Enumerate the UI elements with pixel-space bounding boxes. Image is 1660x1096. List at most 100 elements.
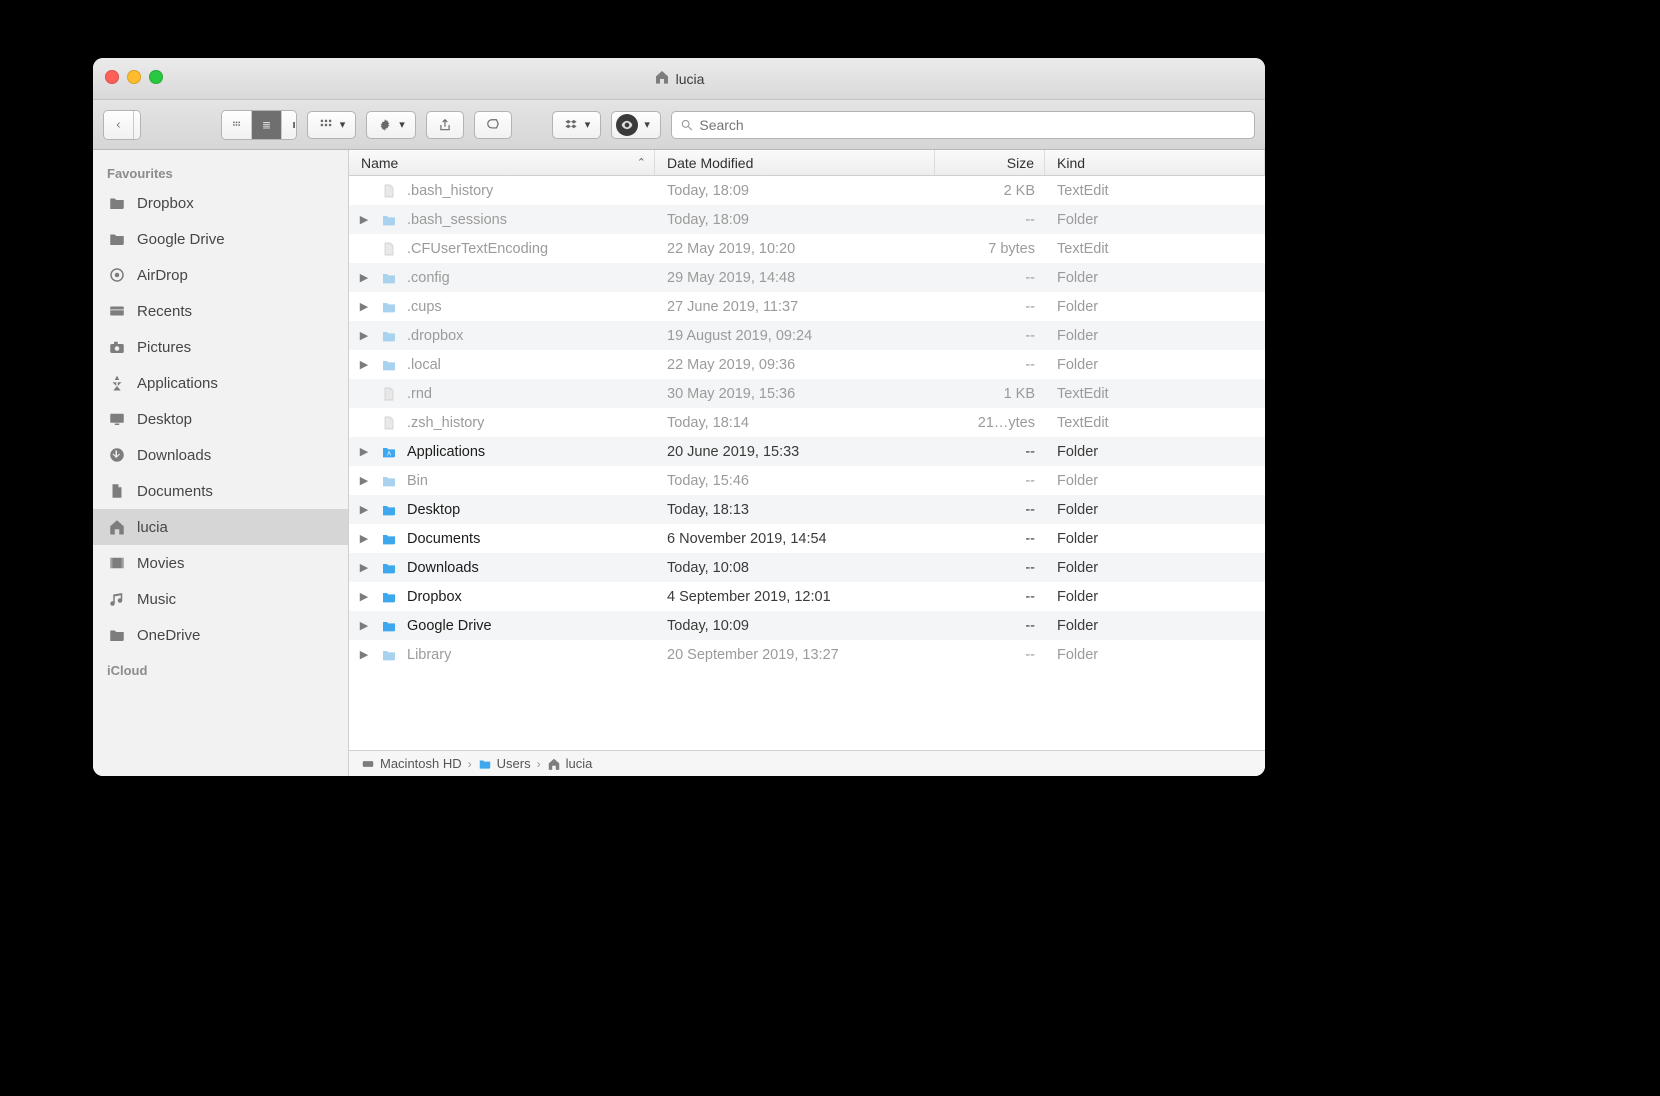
file-row[interactable]: ▶.bash_sessionsToday, 18:09--Folder — [349, 205, 1265, 234]
disclosure-triangle-icon[interactable]: ▶ — [357, 213, 371, 226]
disclosure-triangle-icon[interactable]: ▶ — [357, 590, 371, 603]
home-icon — [107, 517, 127, 537]
column-header-kind[interactable]: Kind — [1045, 150, 1265, 175]
sidebar-item-airdrop[interactable]: AirDrop — [93, 257, 348, 293]
file-name: Library — [407, 647, 451, 663]
tags-button[interactable] — [474, 111, 512, 139]
disclosure-triangle-icon[interactable]: ▶ — [357, 619, 371, 632]
path-segment-disk[interactable]: Macintosh HD — [361, 756, 462, 771]
share-button[interactable] — [426, 111, 464, 139]
file-row[interactable]: ▶BinToday, 15:46--Folder — [349, 466, 1265, 495]
file-name: .zsh_history — [407, 415, 484, 431]
file-name: Google Drive — [407, 618, 492, 634]
sidebar-item-label: Downloads — [137, 447, 211, 464]
file-row[interactable]: ▶.cups27 June 2019, 11:37--Folder — [349, 292, 1265, 321]
close-window-button[interactable] — [105, 70, 119, 84]
sidebar-item-google-drive[interactable]: Google Drive — [93, 221, 348, 257]
disclosure-triangle-icon[interactable]: ▶ — [357, 329, 371, 342]
file-list[interactable]: ▶.bash_historyToday, 18:092 KBTextEdit▶.… — [349, 176, 1265, 750]
sidebar-item-movies[interactable]: Movies — [93, 545, 348, 581]
sidebar-item-onedrive[interactable]: OneDrive — [93, 617, 348, 653]
sidebar-item-pictures[interactable]: Pictures — [93, 329, 348, 365]
file-row[interactable]: ▶Library20 September 2019, 13:27--Folder — [349, 640, 1265, 669]
sidebar-item-label: Dropbox — [137, 195, 194, 212]
file-row[interactable]: ▶DesktopToday, 18:13--Folder — [349, 495, 1265, 524]
file-name: .local — [407, 357, 441, 373]
search-input[interactable] — [699, 117, 1246, 133]
file-row[interactable]: ▶Google DriveToday, 10:09--Folder — [349, 611, 1265, 640]
file-row[interactable]: ▶Documents6 November 2019, 14:54--Folder — [349, 524, 1265, 553]
file-row[interactable]: ▶.zsh_historyToday, 18:1421…ytesTextEdit — [349, 408, 1265, 437]
chevron-right-icon: › — [537, 757, 541, 771]
search-field[interactable] — [671, 111, 1255, 139]
path-segment-home[interactable]: lucia — [547, 756, 593, 771]
disclosure-triangle-icon[interactable]: ▶ — [357, 445, 371, 458]
sidebar-item-desktop[interactable]: Desktop — [93, 401, 348, 437]
folder-icon — [379, 558, 399, 578]
file-row[interactable]: ▶.rnd30 May 2019, 15:361 KBTextEdit — [349, 379, 1265, 408]
file-size: 21…ytes — [935, 415, 1045, 431]
file-date: 20 September 2019, 13:27 — [655, 647, 935, 663]
path-segment-users[interactable]: Users — [478, 756, 531, 771]
folder-icon — [478, 757, 492, 771]
file-date: Today, 18:13 — [655, 502, 935, 518]
disclosure-triangle-icon[interactable]: ▶ — [357, 474, 371, 487]
file-row[interactable]: ▶.local22 May 2019, 09:36--Folder — [349, 350, 1265, 379]
file-kind: Folder — [1045, 531, 1265, 547]
disclosure-triangle-icon[interactable]: ▶ — [357, 503, 371, 516]
music-icon — [107, 589, 127, 609]
file-icon — [379, 384, 399, 404]
sidebar-item-label: Desktop — [137, 411, 192, 428]
zoom-window-button[interactable] — [149, 70, 163, 84]
file-name: .CFUserTextEncoding — [407, 241, 548, 257]
disclosure-triangle-icon[interactable]: ▶ — [357, 532, 371, 545]
dropbox-menu-button[interactable]: ▾ — [552, 111, 602, 139]
file-date: Today, 15:46 — [655, 473, 935, 489]
sidebar-item-music[interactable]: Music — [93, 581, 348, 617]
file-size: -- — [935, 212, 1045, 228]
disclosure-triangle-icon[interactable]: ▶ — [357, 271, 371, 284]
eye-menu-button[interactable]: ▾ — [611, 111, 661, 139]
group-by-button[interactable]: ▾ — [307, 111, 357, 139]
folder-icon — [379, 616, 399, 636]
view-icons-button[interactable] — [222, 111, 252, 139]
file-row[interactable]: ▶AApplications20 June 2019, 15:33--Folde… — [349, 437, 1265, 466]
disclosure-triangle-icon[interactable]: ▶ — [357, 300, 371, 313]
sidebar-item-label: Google Drive — [137, 231, 225, 248]
file-icon — [379, 181, 399, 201]
sidebar-item-applications[interactable]: Applications — [93, 365, 348, 401]
nav-buttons — [103, 110, 141, 140]
file-row[interactable]: ▶.CFUserTextEncoding22 May 2019, 10:207 … — [349, 234, 1265, 263]
sidebar-item-downloads[interactable]: Downloads — [93, 437, 348, 473]
file-row[interactable]: ▶DownloadsToday, 10:08--Folder — [349, 553, 1265, 582]
file-size: -- — [935, 560, 1045, 576]
disclosure-triangle-icon[interactable]: ▶ — [357, 358, 371, 371]
sidebar-item-lucia[interactable]: lucia — [93, 509, 348, 545]
column-header-size[interactable]: Size — [935, 150, 1045, 175]
view-list-button[interactable] — [252, 111, 282, 139]
recents-icon — [107, 301, 127, 321]
column-header-name[interactable]: Name ⌃ — [349, 150, 655, 175]
file-name: Dropbox — [407, 589, 462, 605]
file-row[interactable]: ▶Dropbox4 September 2019, 12:01--Folder — [349, 582, 1265, 611]
sidebar-item-label: Recents — [137, 303, 192, 320]
sort-ascending-icon: ⌃ — [637, 156, 646, 169]
sidebar-item-recents[interactable]: Recents — [93, 293, 348, 329]
window-controls — [105, 70, 163, 84]
window-body: Favourites DropboxGoogle DriveAirDropRec… — [93, 150, 1265, 776]
column-header-date[interactable]: Date Modified — [655, 150, 935, 175]
view-columns-button[interactable] — [282, 111, 296, 139]
minimize-window-button[interactable] — [127, 70, 141, 84]
file-name: .config — [407, 270, 450, 286]
sidebar-item-dropbox[interactable]: Dropbox — [93, 185, 348, 221]
file-row[interactable]: ▶.config29 May 2019, 14:48--Folder — [349, 263, 1265, 292]
disclosure-triangle-icon[interactable]: ▶ — [357, 561, 371, 574]
file-row[interactable]: ▶.bash_historyToday, 18:092 KBTextEdit — [349, 176, 1265, 205]
forward-button[interactable] — [134, 111, 141, 139]
file-size: -- — [935, 473, 1045, 489]
sidebar-item-documents[interactable]: Documents — [93, 473, 348, 509]
action-menu-button[interactable]: ▾ — [366, 111, 416, 139]
file-row[interactable]: ▶.dropbox19 August 2019, 09:24--Folder — [349, 321, 1265, 350]
back-button[interactable] — [104, 111, 134, 139]
disclosure-triangle-icon[interactable]: ▶ — [357, 648, 371, 661]
